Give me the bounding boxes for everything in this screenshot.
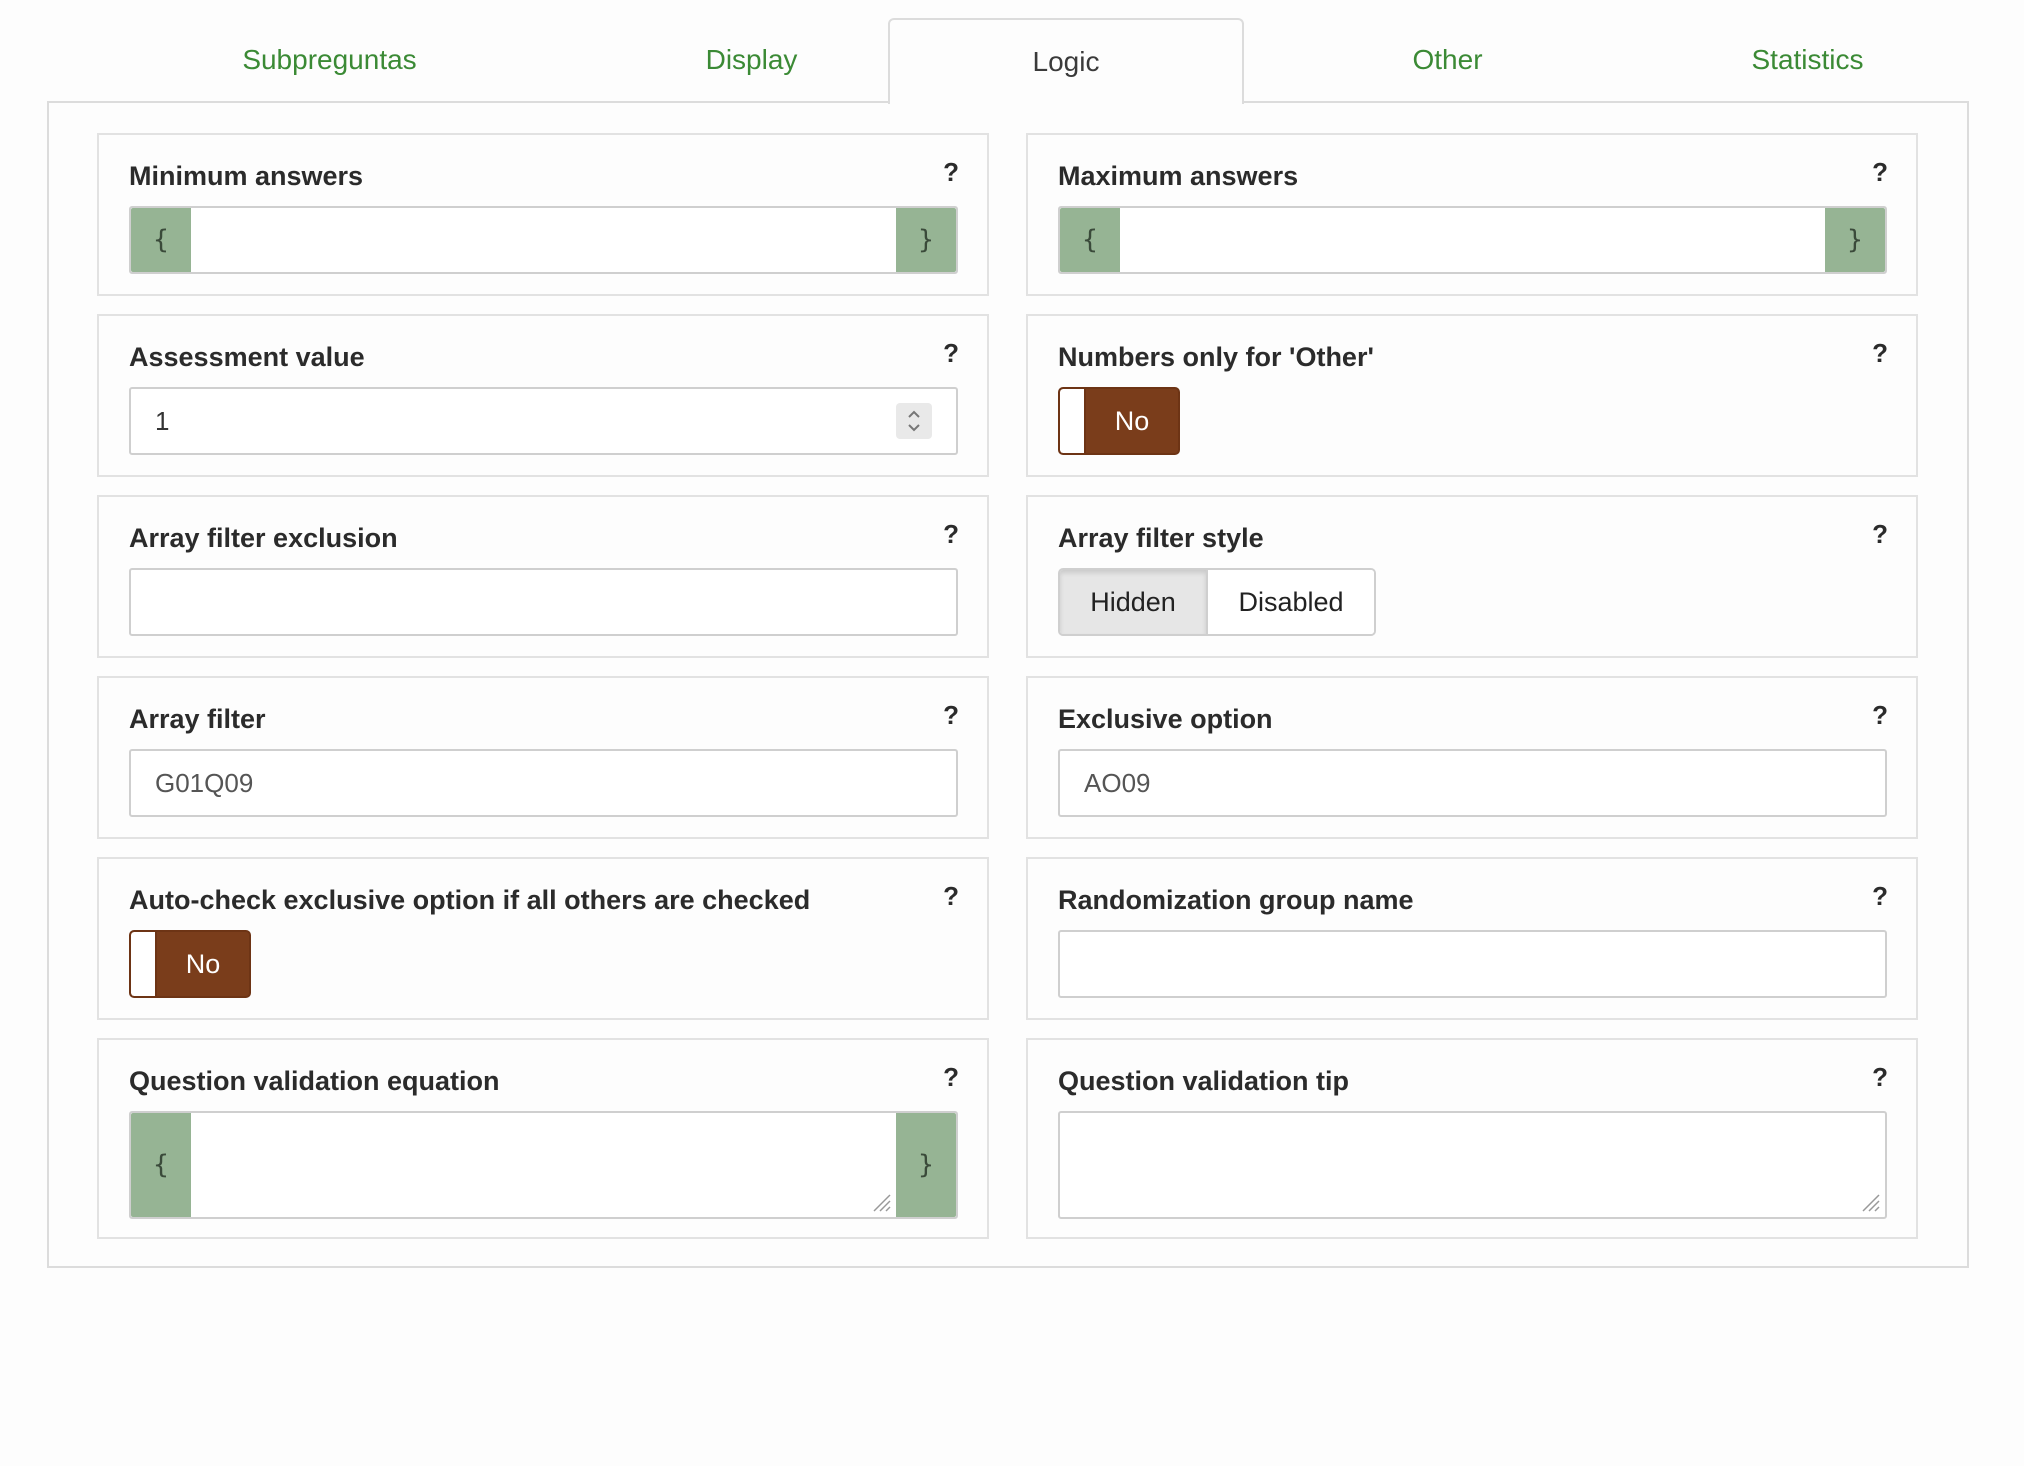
- number-spinner-icon[interactable]: [896, 403, 932, 439]
- numbers-only-other-toggle[interactable]: No: [1058, 387, 1180, 455]
- randomization-group-card: Randomization group name ?: [1026, 857, 1918, 1020]
- validation-equation-textarea[interactable]: [191, 1113, 896, 1217]
- validation-equation-card: Question validation equation ? { }: [97, 1038, 989, 1239]
- array-filter-placeholder: G01Q09: [155, 767, 254, 798]
- min-answers-label: Minimum answers: [129, 161, 364, 191]
- randomization-group-input[interactable]: [1058, 930, 1887, 998]
- help-icon[interactable]: ?: [943, 157, 959, 188]
- logic-panel: Minimum answers ? { } Maximum answers ? …: [47, 101, 1969, 1268]
- tab-other[interactable]: Other: [1255, 18, 1640, 102]
- resize-handle-icon[interactable]: [1859, 1191, 1881, 1213]
- exclusive-option-label: Exclusive option: [1058, 704, 1273, 734]
- assessment-value-label: Assessment value: [129, 342, 365, 372]
- help-icon[interactable]: ?: [1872, 157, 1888, 188]
- array-filter-style-card: Array filter style ? Hidden Disabled: [1026, 495, 1918, 658]
- help-icon[interactable]: ?: [943, 519, 959, 550]
- array-filter-style-group: Hidden Disabled: [1058, 568, 1376, 636]
- numbers-only-other-card: Numbers only for 'Other' ? No: [1026, 314, 1918, 477]
- validation-equation-label: Question validation equation: [129, 1066, 500, 1096]
- validation-tip-card: Question validation tip ?: [1026, 1038, 1918, 1239]
- toggle-state-label: No: [1114, 405, 1150, 436]
- min-answers-expression: { }: [129, 206, 958, 274]
- help-icon[interactable]: ?: [943, 881, 959, 912]
- help-icon[interactable]: ?: [943, 1062, 959, 1093]
- max-answers-expression: { }: [1058, 206, 1887, 274]
- help-icon[interactable]: ?: [1872, 700, 1888, 731]
- auto-check-exclusive-label: Auto-check exclusive option if all other…: [129, 885, 811, 915]
- validation-tip-textarea[interactable]: [1058, 1111, 1887, 1219]
- max-answers-label: Maximum answers: [1058, 161, 1299, 191]
- tab-bar: Subpreguntas Display Logic Other Statist…: [47, 18, 1969, 104]
- array-filter-exclusion-input[interactable]: [129, 568, 958, 636]
- open-brace-addon: {: [1060, 208, 1120, 272]
- assessment-value-input[interactable]: 1: [129, 387, 958, 455]
- validation-equation-expression: { }: [129, 1111, 958, 1219]
- auto-check-exclusive-toggle[interactable]: No: [129, 930, 251, 998]
- help-icon[interactable]: ?: [1872, 519, 1888, 550]
- numbers-only-other-label: Numbers only for 'Other': [1058, 342, 1374, 372]
- help-icon[interactable]: ?: [943, 700, 959, 731]
- array-filter-exclusion-card: Array filter exclusion ?: [97, 495, 989, 658]
- help-icon[interactable]: ?: [1872, 1062, 1888, 1093]
- help-icon[interactable]: ?: [1872, 881, 1888, 912]
- tab-display[interactable]: Display: [559, 18, 944, 102]
- toggle-state-label: No: [185, 948, 221, 979]
- max-answers-card: Maximum answers ? { }: [1026, 133, 1918, 296]
- array-filter-input[interactable]: G01Q09: [129, 749, 958, 817]
- tab-logic[interactable]: Logic: [888, 18, 1244, 104]
- exclusive-option-card: Exclusive option ? AO09: [1026, 676, 1918, 839]
- open-brace-addon: {: [131, 208, 191, 272]
- open-brace-addon: {: [131, 1113, 191, 1217]
- assessment-value-card: Assessment value ? 1: [97, 314, 989, 477]
- exclusive-option-input[interactable]: AO09: [1058, 749, 1887, 817]
- resize-handle-icon[interactable]: [870, 1191, 892, 1213]
- close-brace-addon: }: [896, 1113, 956, 1217]
- close-brace-addon: }: [896, 208, 956, 272]
- array-filter-exclusion-label: Array filter exclusion: [129, 523, 398, 553]
- disabled-option-button[interactable]: Disabled: [1208, 570, 1374, 634]
- exclusive-option-placeholder: AO09: [1084, 767, 1151, 798]
- help-icon[interactable]: ?: [1872, 338, 1888, 369]
- tab-subpreguntas[interactable]: Subpreguntas: [137, 18, 522, 102]
- min-answers-card: Minimum answers ? { }: [97, 133, 989, 296]
- min-answers-input[interactable]: [191, 208, 896, 272]
- validation-tip-label: Question validation tip: [1058, 1066, 1350, 1096]
- array-filter-card: Array filter ? G01Q09: [97, 676, 989, 839]
- array-filter-style-label: Array filter style: [1058, 523, 1264, 553]
- close-brace-addon: }: [1825, 208, 1885, 272]
- hidden-option-button[interactable]: Hidden: [1060, 570, 1208, 634]
- help-icon[interactable]: ?: [943, 338, 959, 369]
- auto-check-exclusive-card: Auto-check exclusive option if all other…: [97, 857, 989, 1020]
- max-answers-input[interactable]: [1120, 208, 1825, 272]
- assessment-value-text: 1: [155, 405, 170, 436]
- array-filter-label: Array filter: [129, 704, 266, 734]
- randomization-group-label: Randomization group name: [1058, 885, 1414, 915]
- toggle-knob: [131, 932, 157, 996]
- tab-statistics[interactable]: Statistics: [1615, 18, 2000, 102]
- toggle-knob: [1060, 389, 1086, 453]
